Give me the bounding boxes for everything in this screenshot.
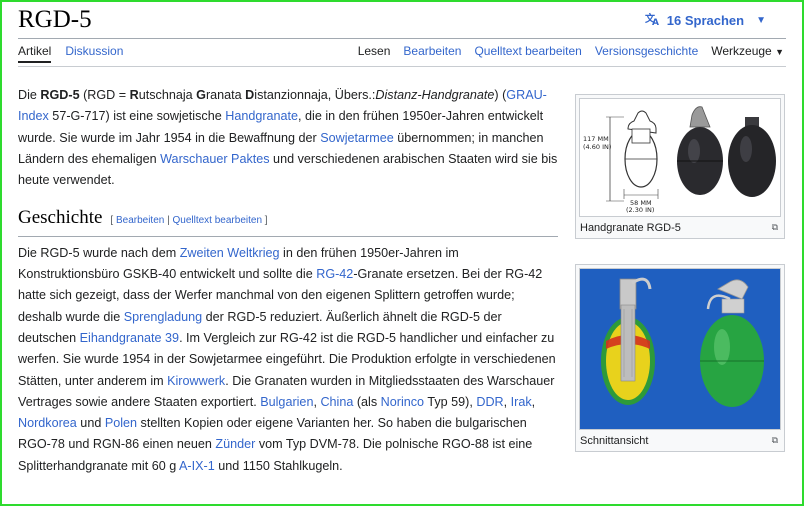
section-source-edit-link[interactable]: Quelltext bearbeiten — [173, 215, 263, 226]
chevron-down-icon: ▼ — [775, 47, 784, 57]
translate-icon: 文 A — [645, 12, 661, 29]
figure2-caption: Schnittansicht ⧉ — [580, 435, 778, 447]
wiki-link[interactable]: Handgranate — [225, 109, 298, 123]
section-edit-link[interactable]: Bearbeiten — [116, 215, 164, 226]
wiki-link[interactable]: Nordkorea — [18, 416, 77, 430]
figure-rgd5-diagram: 117 MM (4.60 IN) 58 MM (2.30 IN) Handgra… — [575, 94, 785, 239]
wiki-link[interactable]: Zweiten Weltkrieg — [180, 246, 280, 260]
enlarge-icon[interactable]: ⧉ — [772, 222, 778, 233]
wiki-link[interactable]: Irak — [511, 395, 532, 409]
svg-text:A: A — [652, 18, 659, 26]
enlarge-icon[interactable]: ⧉ — [772, 435, 778, 446]
view-tabs: Lesen Bearbeiten Quelltext bearbeiten Ve… — [358, 44, 784, 58]
text-run: und 1150 Stahlkugeln. — [214, 458, 343, 473]
wiki-link[interactable]: Bulgarien — [260, 395, 313, 409]
wiki-link[interactable]: Polen — [105, 416, 137, 430]
languages-label: 16 Sprachen — [666, 13, 745, 28]
tab-diskussion[interactable]: Diskussion — [65, 44, 123, 63]
section-heading: Geschichte [ Bearbeiten | Quelltext bearb… — [18, 207, 558, 237]
tab-versionsgeschichte[interactable]: Versionsgeschichte — [595, 44, 698, 58]
article-content: Die RGD-5 (RGD = Rutschnaja Granata Dist… — [18, 85, 558, 477]
wiki-link[interactable]: Warschauer Paktes — [160, 152, 269, 166]
wiki-link[interactable]: Zünder — [215, 437, 255, 451]
text-run: (als — [353, 394, 381, 409]
browser-frame: RGD-5 文 A 16 Sprachen ▼ Artikel Diskussi… — [0, 0, 804, 506]
text-run: , — [531, 394, 536, 409]
text-run: Typ 59), — [424, 394, 477, 409]
dim-height-in-label: (4.60 IN) — [583, 143, 611, 151]
cutaway-photo[interactable] — [579, 268, 781, 430]
history-paragraph: Die RGD-5 wurde nach dem Zweiten Weltkri… — [18, 243, 558, 477]
section-edit-links: [ Bearbeiten | Quelltext bearbeiten ] — [110, 215, 268, 227]
text-run: (RGD = — [79, 88, 130, 102]
bold-text: D — [245, 88, 255, 102]
tools-label: Werkzeuge — [711, 44, 772, 58]
title-divider — [18, 38, 786, 39]
wiki-link[interactable]: Eihandgranate 39 — [80, 331, 179, 345]
chevron-down-icon: ▼ — [756, 15, 766, 26]
rgd5-diagram-drawing: 117 MM (4.60 IN) 58 MM (2.30 IN) — [580, 99, 780, 216]
text-run: Die RGD-5 wurde nach dem — [18, 245, 180, 260]
text-run: 57-G-717) ist eine sowjetische — [48, 109, 226, 124]
namespace-tabs: Artikel Diskussion — [18, 44, 123, 63]
tabs-divider — [18, 66, 786, 67]
wiki-link[interactable]: Sprengladung — [124, 310, 202, 324]
wiki-link[interactable]: RG-42 — [316, 267, 353, 281]
tab-artikel[interactable]: Artikel — [18, 44, 52, 63]
wiki-link[interactable]: DDR — [476, 395, 503, 409]
text-run: und — [76, 416, 105, 431]
wiki-link[interactable]: Sowjetarmee — [320, 131, 394, 145]
tab-bearbeiten[interactable]: Bearbeiten — [403, 44, 461, 58]
text-run: , — [503, 394, 511, 409]
intro-paragraph: Die RGD-5 (RGD = Rutschnaja Granata Dist… — [18, 85, 558, 191]
bold-text: RGD-5 — [40, 88, 80, 102]
wiki-link[interactable]: Norinco — [381, 395, 424, 409]
rgd5-diagram-image[interactable]: 117 MM (4.60 IN) 58 MM (2.30 IN) — [579, 98, 781, 217]
wiki-link[interactable]: China — [320, 395, 353, 409]
text-run: ) ( — [494, 88, 507, 102]
tab-quelltext-bearbeiten[interactable]: Quelltext bearbeiten — [474, 44, 581, 58]
tab-lesen[interactable]: Lesen — [358, 44, 391, 58]
dim-height-label: 117 MM — [583, 135, 609, 143]
page-title: RGD-5 — [18, 6, 92, 33]
dim-width-in-label: (2.30 IN) — [626, 206, 654, 214]
languages-button[interactable]: 文 A 16 Sprachen ▼ — [645, 12, 766, 29]
cutaway-photo-drawing — [580, 269, 780, 429]
wiki-link[interactable]: A-IX-1 — [179, 459, 215, 473]
text-run: istanzionnaja, Übers.: — [254, 88, 376, 102]
text-run: utschnaja — [138, 88, 197, 102]
tools-menu[interactable]: Werkzeuge ▼ — [711, 44, 784, 58]
figure1-caption: Handgranate RGD-5 ⧉ — [580, 222, 778, 234]
text-run: Die — [18, 88, 41, 102]
wiki-link[interactable]: Kirowwerk — [167, 374, 225, 388]
bold-text: R — [129, 88, 139, 102]
text-run: ranata — [205, 88, 246, 102]
bold-text: G — [196, 88, 206, 102]
figure-cutaway: Schnittansicht ⧉ — [575, 264, 785, 452]
section-title: Geschichte — [18, 207, 103, 229]
italic-text: Distanz-Handgranate — [375, 88, 495, 102]
